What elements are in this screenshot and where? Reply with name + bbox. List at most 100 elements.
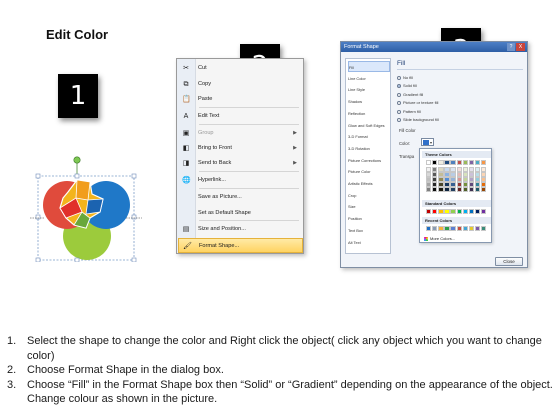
category-text-box[interactable]: Text Box <box>348 225 390 236</box>
color-swatch[interactable] <box>438 172 444 177</box>
color-swatch[interactable] <box>426 209 432 214</box>
fill-option-solid-fill[interactable]: Solid fill <box>397 82 417 89</box>
category-crop[interactable]: Crop <box>348 190 390 201</box>
color-swatch[interactable] <box>432 226 438 231</box>
color-swatch[interactable] <box>432 187 438 192</box>
color-swatch[interactable] <box>456 160 462 165</box>
color-swatch[interactable] <box>474 187 481 192</box>
color-swatch[interactable] <box>438 160 444 165</box>
color-swatch[interactable] <box>450 226 456 231</box>
color-swatch[interactable] <box>462 160 468 165</box>
category-fill[interactable]: Fill <box>348 61 390 72</box>
color-swatch[interactable] <box>462 172 468 177</box>
color-swatch[interactable] <box>480 177 487 182</box>
help-button[interactable]: ? <box>507 43 515 51</box>
color-swatch[interactable] <box>426 182 432 187</box>
menu-item-bring-to-front[interactable]: ◧ Bring to Front ▶ <box>178 141 303 156</box>
color-swatch[interactable] <box>474 172 481 177</box>
color-swatch[interactable] <box>450 209 456 214</box>
color-swatch[interactable] <box>444 182 450 187</box>
color-swatch[interactable] <box>480 182 487 187</box>
more-colors-item[interactable]: More Colors... <box>424 236 455 241</box>
color-swatch[interactable] <box>474 182 481 187</box>
color-swatch[interactable] <box>444 177 450 182</box>
color-swatch[interactable] <box>456 226 462 231</box>
color-swatch[interactable] <box>438 226 444 231</box>
color-swatch[interactable] <box>432 172 438 177</box>
color-picker-button[interactable]: ▾ <box>421 138 434 146</box>
color-swatch[interactable] <box>480 226 487 231</box>
color-swatch[interactable] <box>426 226 432 231</box>
menu-item-set-as-default-shape[interactable]: Set as Default Shape <box>178 206 303 221</box>
menu-item-edit-text[interactable]: A Edit Text <box>178 109 303 124</box>
fill-option-pattern-fill[interactable]: Pattern fill <box>397 108 421 115</box>
color-swatch[interactable] <box>468 182 475 187</box>
color-swatch[interactable] <box>426 177 432 182</box>
color-swatch[interactable] <box>462 187 468 192</box>
color-swatch[interactable] <box>468 172 475 177</box>
color-swatch[interactable] <box>438 177 444 182</box>
color-swatch[interactable] <box>450 160 456 165</box>
color-swatch[interactable] <box>444 172 450 177</box>
color-swatch[interactable] <box>468 187 475 192</box>
color-swatch[interactable] <box>432 177 438 182</box>
color-swatch[interactable] <box>432 182 438 187</box>
selected-shape-group[interactable] <box>30 152 142 262</box>
menu-item-send-to-back[interactable]: ◨ Send to Back ▶ <box>178 156 303 171</box>
color-swatch[interactable] <box>462 177 468 182</box>
color-swatch[interactable] <box>432 160 438 165</box>
color-swatch[interactable] <box>480 209 487 214</box>
color-swatch[interactable] <box>456 177 462 182</box>
color-swatch[interactable] <box>450 177 456 182</box>
color-swatch[interactable] <box>438 167 444 172</box>
color-swatch[interactable] <box>456 187 462 192</box>
category-3-d-format[interactable]: 3-D Format <box>348 131 390 142</box>
color-swatch[interactable] <box>462 226 468 231</box>
menu-item-hyperlink[interactable]: 🌐 Hyperlink... <box>178 173 303 188</box>
color-swatch[interactable] <box>450 182 456 187</box>
color-swatch[interactable] <box>450 167 456 172</box>
color-swatch[interactable] <box>468 226 475 231</box>
color-swatch[interactable] <box>432 167 438 172</box>
color-swatch[interactable] <box>474 209 481 214</box>
color-swatch[interactable] <box>480 167 487 172</box>
close-icon[interactable]: X <box>516 43 525 51</box>
color-swatch[interactable] <box>456 172 462 177</box>
color-swatch[interactable] <box>426 187 432 192</box>
color-swatch[interactable] <box>462 167 468 172</box>
menu-item-cut[interactable]: ✂ Cut <box>178 61 303 76</box>
color-swatch[interactable] <box>426 160 432 165</box>
color-swatch[interactable] <box>444 187 450 192</box>
color-swatch[interactable] <box>468 160 475 165</box>
color-swatch[interactable] <box>462 182 468 187</box>
color-swatch[interactable] <box>480 172 487 177</box>
color-swatch[interactable] <box>444 160 450 165</box>
color-swatch[interactable] <box>480 160 487 165</box>
color-swatch[interactable] <box>438 187 444 192</box>
category-shadow[interactable]: Shadow <box>348 96 390 107</box>
color-swatch[interactable] <box>450 187 456 192</box>
color-swatch[interactable] <box>426 167 432 172</box>
fill-option-picture-or-texture-fill[interactable]: Picture or texture fill <box>397 99 438 106</box>
color-swatch[interactable] <box>426 172 432 177</box>
category-line-style[interactable]: Line Style <box>348 84 390 95</box>
menu-item-size-and-position[interactable]: ▤ Size and Position... <box>178 222 303 237</box>
category-size[interactable]: Size <box>348 201 390 212</box>
category-alt-text[interactable]: Alt Text <box>348 237 390 248</box>
fill-option-no-fill[interactable]: No fill <box>397 74 413 81</box>
close-button[interactable]: Close <box>495 257 523 266</box>
category-picture-color[interactable]: Picture Color <box>348 166 390 177</box>
color-swatch[interactable] <box>480 187 487 192</box>
color-swatch[interactable] <box>474 167 481 172</box>
color-swatch[interactable] <box>462 209 468 214</box>
color-swatch[interactable] <box>444 226 450 231</box>
color-swatch[interactable] <box>456 182 462 187</box>
color-swatch[interactable] <box>438 209 444 214</box>
color-swatch[interactable] <box>456 167 462 172</box>
color-swatch[interactable] <box>438 182 444 187</box>
category-picture-corrections[interactable]: Picture Corrections <box>348 155 390 166</box>
color-swatch[interactable] <box>444 167 450 172</box>
color-swatch[interactable] <box>432 209 438 214</box>
menu-item-copy[interactable]: ⧉ Copy <box>178 77 303 92</box>
fill-option-slide-background-fill[interactable]: Slide background fill <box>397 116 439 123</box>
